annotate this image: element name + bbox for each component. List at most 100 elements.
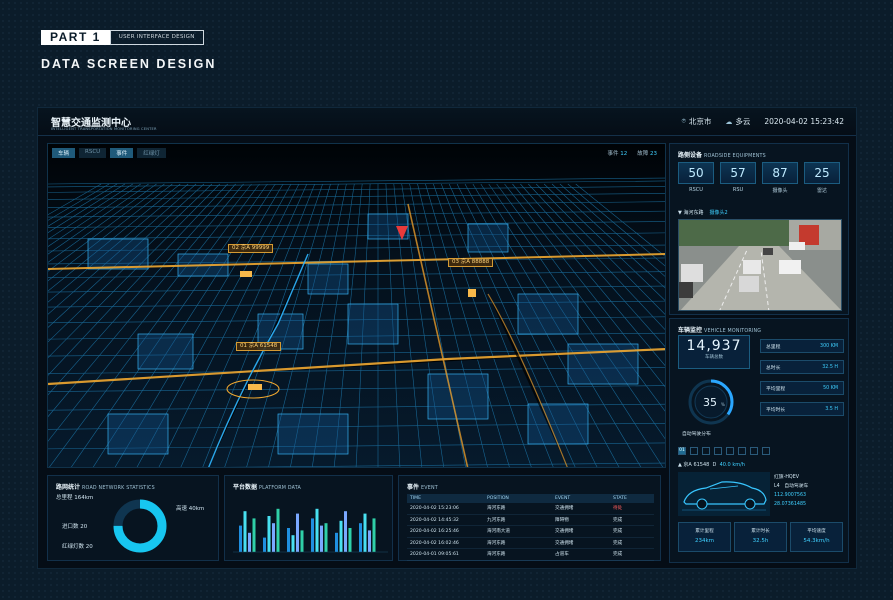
platform-bar bbox=[348, 528, 352, 552]
avg-speed: 平均速度 54.3km/h bbox=[790, 522, 843, 552]
table-row[interactable]: 2020-04-02 16:25:46 海河南大道 交通拥堵 完成 bbox=[407, 526, 654, 538]
top-bar: 智慧交通监测中心 INTELLIGENT TRANSPORTATION MONI… bbox=[38, 108, 856, 136]
event-table-header: TIME POSITION EVENT STATE bbox=[407, 494, 654, 503]
platform-bar bbox=[248, 532, 251, 552]
tab-traffic-light[interactable]: 红绿灯 bbox=[137, 148, 166, 158]
table-cell: 2020-04-02 14:45:32 bbox=[410, 517, 459, 523]
location-pin-icon: ⌾ bbox=[681, 117, 686, 125]
map-counts: 事件 12 故障 23 bbox=[607, 149, 657, 157]
platform-bar bbox=[300, 530, 304, 552]
eq-camera: 87 摄像头 bbox=[762, 162, 798, 194]
map-layer-tabs: 车辆 RSCU 事件 红绿灯 bbox=[52, 148, 166, 158]
table-row[interactable]: 2020-04-02 14:45:32 九河东路 障碍物 完成 bbox=[407, 515, 654, 526]
table-cell: 2020-04-02 16:25:46 bbox=[410, 529, 459, 534]
pager-item[interactable]: 01 bbox=[678, 447, 686, 455]
pager-item[interactable] bbox=[726, 447, 734, 455]
pager-item[interactable] bbox=[738, 447, 746, 455]
roadside-panel: 路侧设备 ROADSIDE EQUIPMENTS 50 RSCU 57 RSU 87 摄… bbox=[669, 143, 849, 315]
platform-bar bbox=[311, 518, 314, 552]
table-cell: 占道车 bbox=[555, 552, 569, 557]
pager-item[interactable] bbox=[690, 447, 698, 455]
tab-rscu[interactable]: RSCU bbox=[79, 148, 107, 158]
table-cell: 完成 bbox=[613, 540, 623, 546]
cloud-icon: ☁ bbox=[725, 117, 733, 126]
platform-bar bbox=[372, 518, 376, 552]
table-row[interactable]: 2020-04-02 15:23:06 海河东路 交通拥堵 待处 bbox=[407, 503, 654, 515]
eq-rsu: 57 RSU bbox=[720, 162, 756, 194]
vehicle-total: 14,937 车辆总数 bbox=[678, 335, 750, 369]
camera-feed[interactable] bbox=[678, 219, 842, 311]
dashboard: 智慧交通监测中心 INTELLIGENT TRANSPORTATION MONI… bbox=[37, 107, 857, 569]
platform-bar bbox=[272, 523, 275, 552]
weather: ☁ 多云 bbox=[725, 116, 750, 127]
camera-image bbox=[679, 220, 841, 310]
table-cell: 交通拥堵 bbox=[555, 506, 574, 511]
vehicle-panel: 车辆监控 VEHICLE MONITORING 14,937 车辆总数 35 % … bbox=[669, 318, 849, 563]
platform-bar bbox=[287, 528, 290, 552]
panel-title: 事件 EVENT bbox=[407, 484, 438, 491]
city-map[interactable]: 车辆 RSCU 事件 红绿灯 事件 12 故障 23 02 京A 99999 0… bbox=[47, 143, 666, 468]
platform-bar bbox=[339, 520, 343, 552]
part-subtitle: USER INTERFACE DESIGN bbox=[109, 30, 204, 45]
platform-bar bbox=[239, 525, 242, 552]
location[interactable]: ⌾ 北京市 bbox=[682, 116, 712, 127]
tab-vehicle[interactable]: 车辆 bbox=[52, 148, 76, 158]
pager-item[interactable] bbox=[750, 447, 758, 455]
car-latitude: 28.07361485 bbox=[774, 502, 807, 507]
car-hologram-icon bbox=[678, 472, 770, 516]
eq-radar: 25 雷达 bbox=[804, 162, 840, 194]
vehicle-summary: 累计里程 234km 累计时长 32.5h 平均速度 54.3km/h bbox=[678, 522, 843, 552]
table-cell: 九河东路 bbox=[487, 517, 506, 523]
pager-item[interactable] bbox=[702, 447, 710, 455]
platform-bar bbox=[276, 508, 280, 552]
page-header: PART 1 USER INTERFACE DESIGN DATA SCREEN… bbox=[41, 30, 216, 71]
table-cell: 障碍物 bbox=[555, 517, 569, 523]
map-marker-icon[interactable] bbox=[396, 226, 408, 240]
car-info: 红旗-HQEV L4 自动驾驶车 112.9007563 28.07361485 bbox=[774, 473, 808, 509]
stat-total-duration: 总时长 32.5 H bbox=[760, 360, 844, 374]
auto-pct: 35 bbox=[703, 396, 717, 409]
table-cell: 2020-04-02 16:02:46 bbox=[410, 540, 459, 546]
table-cell: 2020-04-02 15:23:06 bbox=[410, 506, 459, 511]
table-row[interactable]: 2020-04-02 16:02:46 海河东路 交通拥堵 完成 bbox=[407, 538, 654, 549]
platform-bar bbox=[296, 513, 299, 552]
page-title: DATA SCREEN DESIGN bbox=[41, 57, 217, 71]
table-cell: 交通拥堵 bbox=[555, 529, 574, 534]
cum-mileage: 累计里程 234km bbox=[678, 522, 731, 552]
pager-item[interactable] bbox=[762, 447, 770, 455]
table-cell: 交通拥堵 bbox=[555, 540, 574, 546]
platform-bar bbox=[324, 523, 328, 552]
city-label: 北京市 bbox=[688, 117, 712, 126]
platform-panel: 平台数据 PLATFORM DATA bbox=[224, 475, 393, 561]
part-label: PART 1 bbox=[41, 30, 110, 45]
table-cell: 海河东路 bbox=[487, 506, 506, 511]
entry-count: 进口数 20 bbox=[62, 524, 88, 530]
platform-bar bbox=[320, 525, 323, 552]
car-level: L4 自动驾驶车 bbox=[774, 484, 809, 489]
vehicle-plate-02[interactable]: 02 京A 99999 bbox=[228, 244, 274, 253]
table-cell: 海河南大道 bbox=[487, 529, 510, 534]
top-status: ⌾ 北京市 ☁ 多云 2020-04-02 15:23:42 bbox=[682, 116, 844, 127]
platform-bar bbox=[267, 516, 271, 552]
total-mileage: 总里程 164km bbox=[56, 495, 94, 501]
panel-title: 路网统计 ROAD NETWORK STATISTICS bbox=[56, 484, 155, 491]
platform-bar bbox=[344, 511, 347, 552]
tab-event[interactable]: 事件 bbox=[110, 148, 134, 158]
eq-rscu: 50 RSCU bbox=[678, 162, 714, 194]
vehicle-plate-01[interactable]: 01 京A 61548 bbox=[236, 342, 282, 351]
platform-bar bbox=[315, 508, 319, 552]
panel-title: 路侧设备 ROADSIDE EQUIPMENTS bbox=[678, 152, 766, 159]
platform-bar bbox=[243, 511, 247, 552]
panel-title: 车辆监控 VEHICLE MONITORING bbox=[678, 327, 762, 334]
vehicle-plate-03[interactable]: 03 京A 88888 bbox=[448, 258, 494, 267]
table-row[interactable]: 2020-04-01 09:05:61 海河东路 占道车 完成 bbox=[407, 549, 654, 561]
pager-item[interactable] bbox=[714, 447, 722, 455]
camera-selector[interactable]: ▼ 海河东路 摄像头2 bbox=[678, 209, 728, 216]
fault-count: 故障 23 bbox=[637, 151, 657, 157]
platform-bar bbox=[368, 530, 371, 552]
light-count: 红绿灯数 20 bbox=[62, 544, 93, 550]
stat-avg-duration: 平均时长 3.5 H bbox=[760, 402, 844, 416]
table-cell: 海河东路 bbox=[487, 552, 506, 557]
cum-duration: 累计时长 32.5h bbox=[734, 522, 787, 552]
platform-bar bbox=[335, 532, 338, 552]
